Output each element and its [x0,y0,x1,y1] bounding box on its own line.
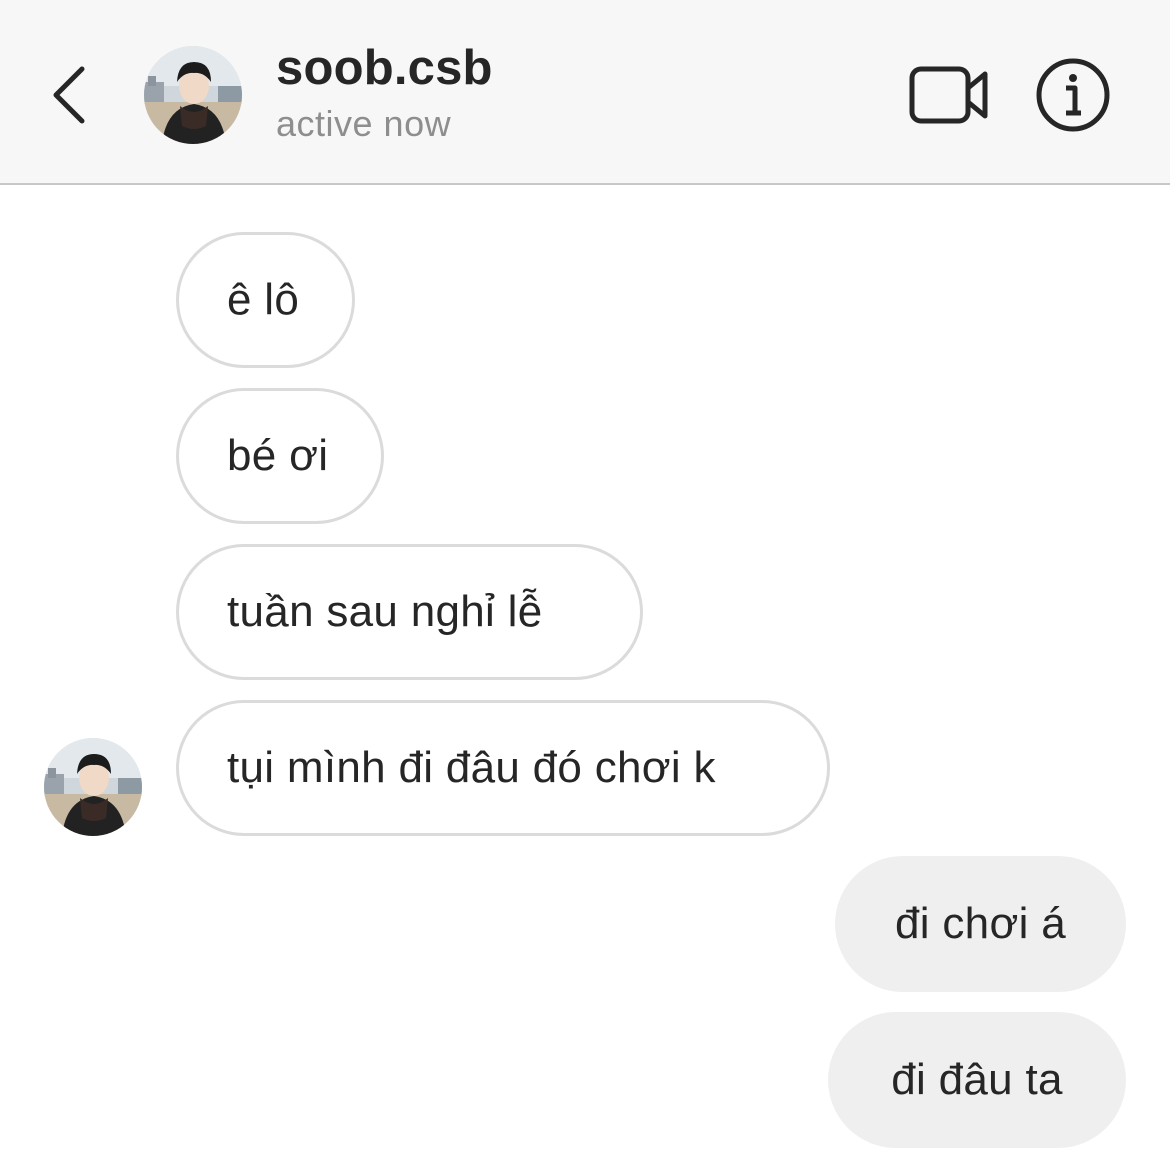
chat-header: soob.csb active now [0,0,1170,185]
outgoing-message[interactable]: đi chơi á [835,856,1126,992]
message-text: bé ơi [227,431,329,480]
incoming-message[interactable]: tuần sau nghỉ lễ [176,544,643,680]
message-text: đi chơi á [895,899,1066,948]
message-text: tụi mình đi đâu đó chơi k [227,743,716,792]
back-button[interactable] [40,55,100,135]
activity-status: active now [276,103,452,144]
info-icon [1036,58,1110,132]
outgoing-message[interactable]: đi đâu ta [828,1012,1126,1148]
video-camera-icon [909,66,988,124]
message-text: ê lô [227,275,300,324]
incoming-message[interactable]: tụi mình đi đâu đó chơi k [176,700,830,836]
message-text: tuần sau nghỉ lễ [227,587,543,636]
chevron-left-icon [53,66,85,124]
username[interactable]: soob.csb [276,40,493,96]
profile-avatar[interactable] [144,46,242,144]
sender-avatar[interactable] [44,738,142,836]
incoming-message[interactable]: ê lô [176,232,355,368]
info-button[interactable] [1034,56,1112,134]
message-text: đi đâu ta [891,1055,1063,1104]
chat-screen: soob.csb active now ê lô bé ơi tuần sau … [0,0,1170,1156]
incoming-message[interactable]: bé ơi [176,388,384,524]
video-call-button[interactable] [905,60,991,130]
